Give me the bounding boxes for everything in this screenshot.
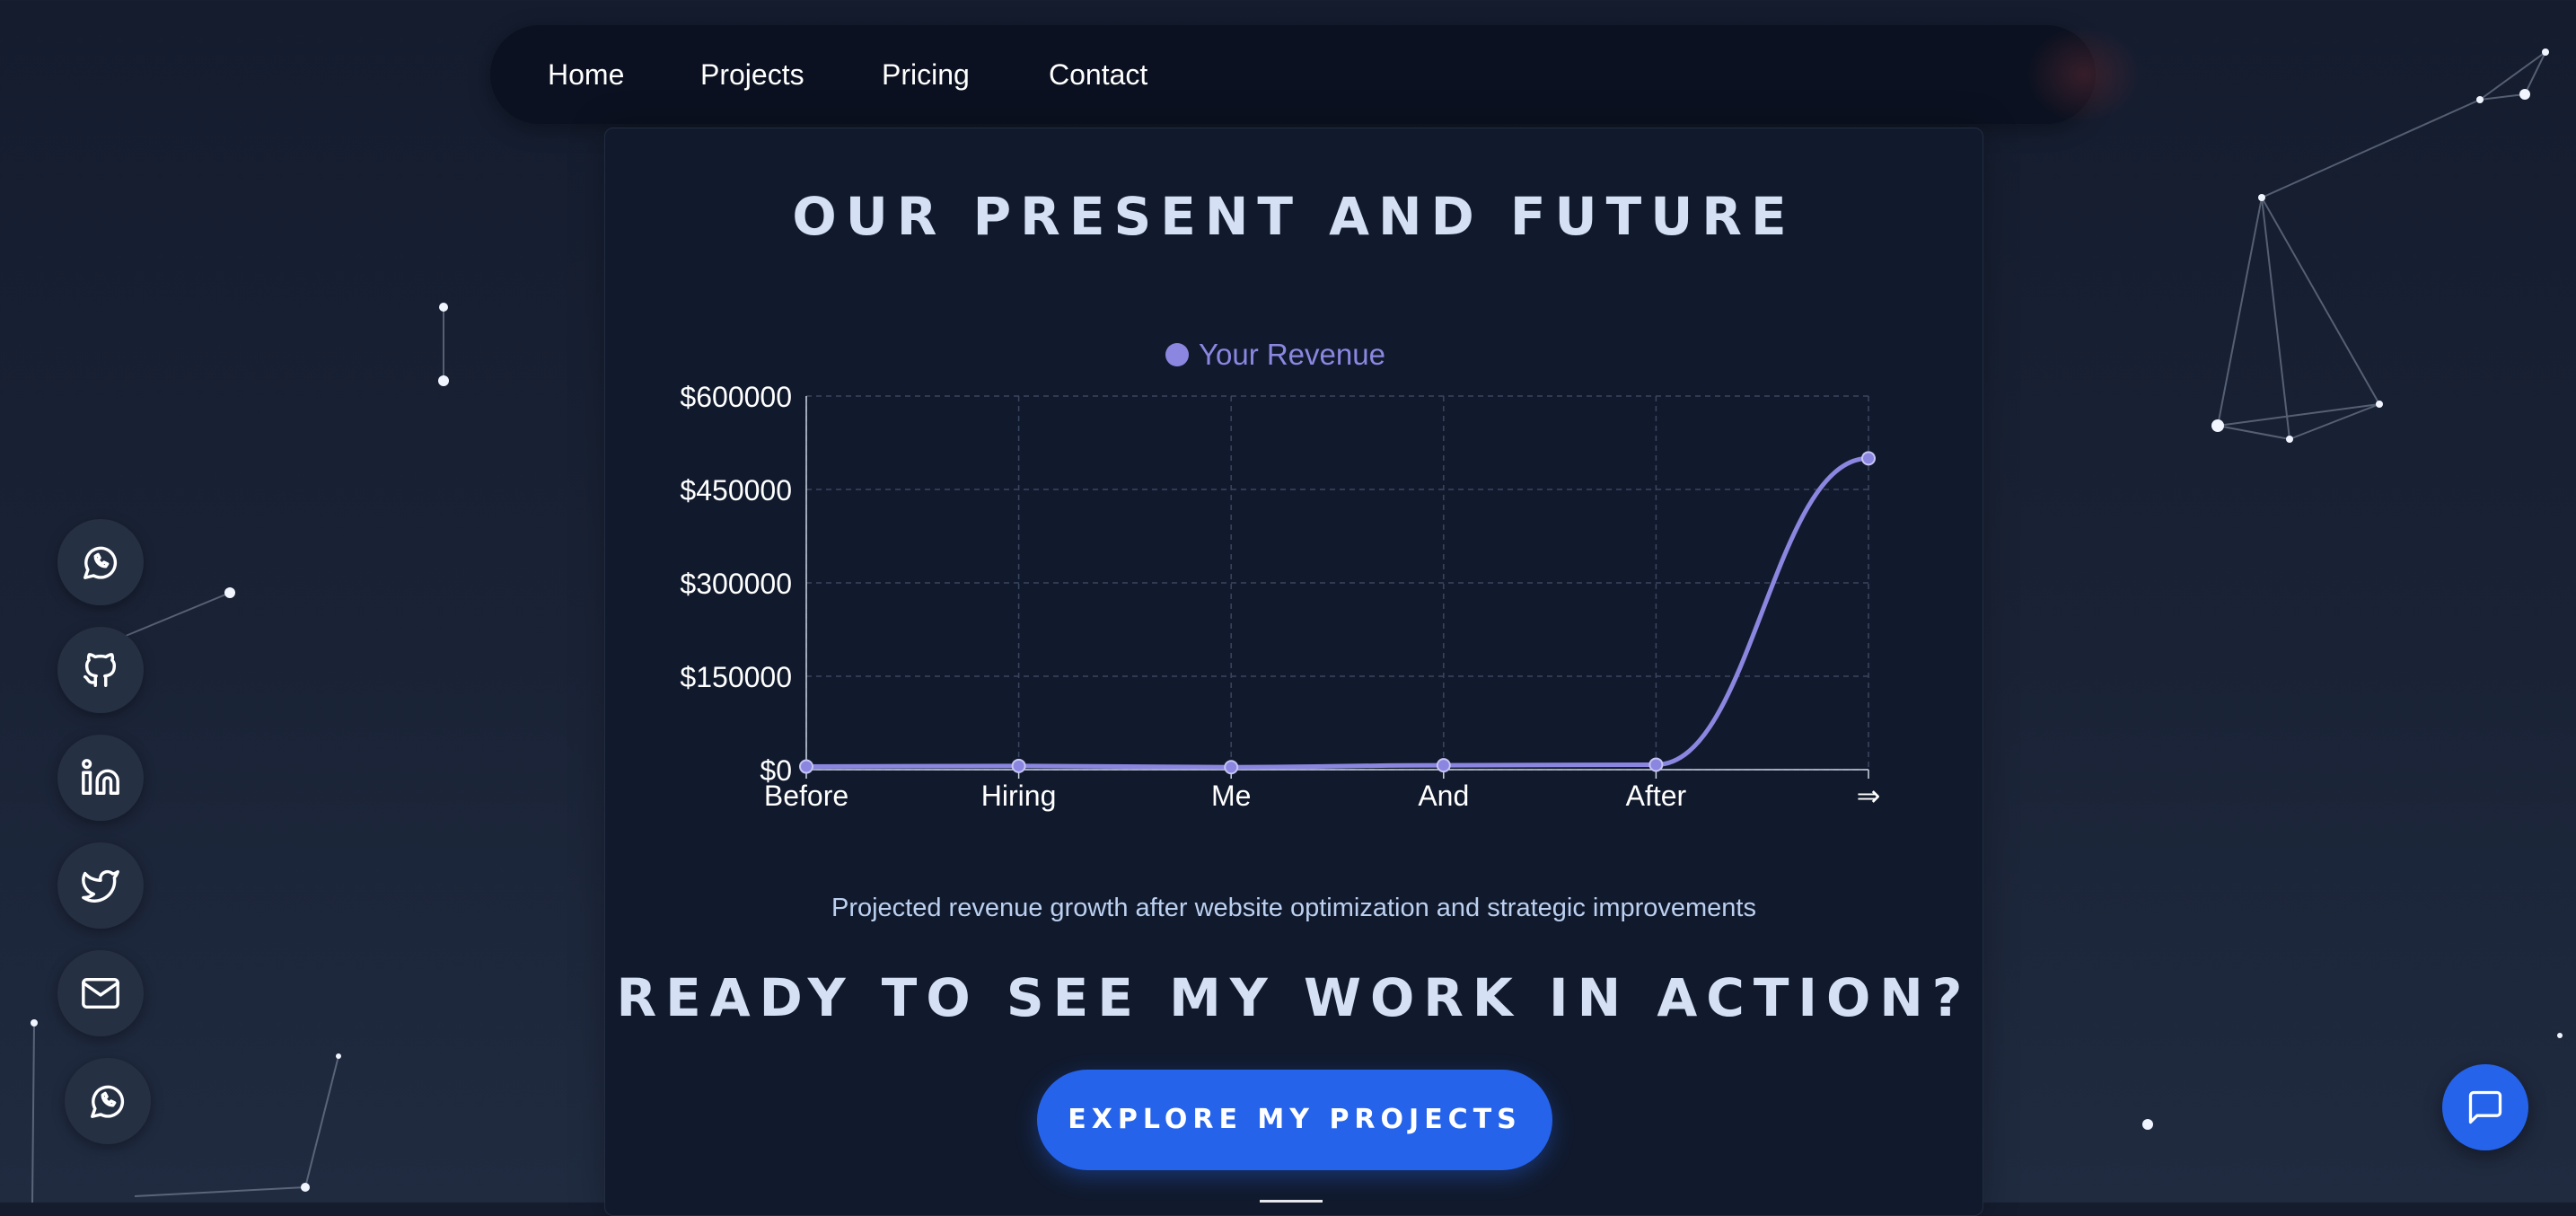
x-tick-label: Me bbox=[1211, 780, 1251, 812]
chart-caption: Projected revenue growth after website o… bbox=[831, 894, 1756, 922]
x-tick-label: And bbox=[1418, 780, 1469, 812]
whatsapp-link-secondary[interactable] bbox=[65, 1058, 151, 1144]
y-tick-label: $300000 bbox=[680, 568, 792, 600]
x-tick-label: Before bbox=[764, 780, 848, 812]
chat-button[interactable] bbox=[2442, 1064, 2528, 1150]
top-navigation: Home Projects Pricing Contact bbox=[490, 25, 2142, 124]
cta-title: READY TO SEE MY WORK IN ACTION? bbox=[616, 967, 1972, 1028]
legend-label: Your Revenue bbox=[1199, 338, 1385, 371]
data-point bbox=[1436, 758, 1451, 773]
chat-bubble-icon bbox=[2468, 1090, 2502, 1124]
revenue-card: OUR PRESENT AND FUTURE $0 $150000 $300000 $… bbox=[604, 128, 1983, 1216]
github-icon bbox=[84, 653, 117, 687]
mail-icon bbox=[82, 977, 119, 1009]
legend-marker bbox=[1165, 343, 1189, 366]
revenue-chart: $0$150000$300000$450000$600000Before Hiri… bbox=[680, 338, 1881, 812]
explore-projects-button[interactable]: EXPLORE MY PROJECTS bbox=[1037, 1070, 1552, 1170]
revenue-line bbox=[805, 455, 1869, 770]
nav-link-contact[interactable]: Contact bbox=[1049, 25, 1147, 124]
github-link[interactable] bbox=[57, 627, 144, 713]
nav-link-projects[interactable]: Projects bbox=[700, 25, 804, 124]
data-point bbox=[1011, 758, 1026, 773]
email-link[interactable] bbox=[57, 950, 144, 1036]
x-tick-label: ⇒ bbox=[1857, 780, 1881, 812]
data-point bbox=[1648, 757, 1664, 772]
x-tick-label: Hiring bbox=[981, 780, 1057, 812]
nav-link-pricing[interactable]: Pricing bbox=[882, 25, 970, 124]
nav-link-home[interactable]: Home bbox=[548, 25, 624, 124]
linkedin-link[interactable] bbox=[57, 735, 144, 821]
twitter-link[interactable] bbox=[57, 842, 144, 929]
y-tick-label: $150000 bbox=[680, 661, 792, 693]
y-tick-label: $450000 bbox=[680, 474, 792, 507]
x-tick-label: After bbox=[1626, 780, 1687, 812]
data-point bbox=[1224, 760, 1239, 775]
y-tick-label: $600000 bbox=[680, 381, 792, 413]
data-point bbox=[1861, 451, 1876, 466]
whatsapp-link[interactable] bbox=[57, 519, 144, 605]
whatsapp-icon bbox=[91, 1085, 125, 1118]
nav-glow-decoration bbox=[2026, 25, 2142, 124]
whatsapp-icon bbox=[84, 546, 118, 579]
twitter-icon bbox=[82, 869, 119, 903]
data-point bbox=[799, 759, 813, 774]
linkedin-icon bbox=[82, 759, 119, 795]
